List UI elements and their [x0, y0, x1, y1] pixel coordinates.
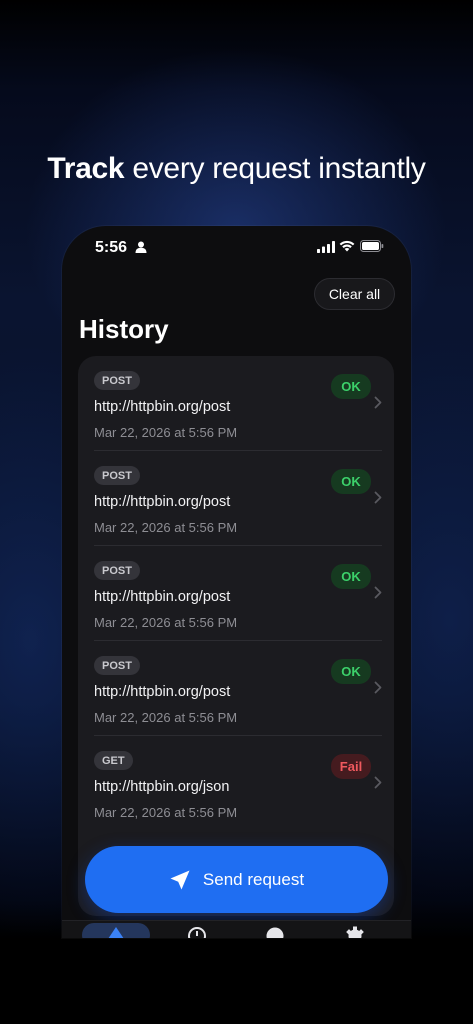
status-badge: OK	[331, 374, 371, 399]
request-url: http://httpbin.org/post	[94, 399, 231, 415]
method-badge: POST	[94, 656, 140, 675]
status-badge: OK	[331, 469, 371, 494]
method-badge: POST	[94, 561, 140, 580]
help-icon[interactable]	[264, 925, 286, 938]
phone-screen: 5:56 Clear all History POST http://httpb…	[62, 226, 411, 938]
request-url: http://httpbin.org/post	[94, 494, 231, 510]
status-badge: Fail	[331, 754, 371, 779]
status-badge: OK	[331, 659, 371, 684]
method-badge: GET	[94, 751, 133, 770]
promo-headline: Track every request instantly	[0, 152, 473, 186]
requests-icon[interactable]	[105, 925, 127, 938]
request-date: Mar 22, 2026 at 5:56 PM	[94, 710, 238, 725]
battery-icon	[360, 240, 384, 252]
tab-bar	[62, 920, 411, 938]
status-badge: OK	[331, 564, 371, 589]
status-bar: 5:56	[62, 226, 411, 270]
chevron-right-icon	[374, 776, 382, 789]
request-url: http://httpbin.org/post	[94, 684, 231, 700]
method-badge: POST	[94, 466, 140, 485]
status-time: 5:56	[95, 239, 128, 256]
chevron-right-icon	[374, 681, 382, 694]
person-icon	[135, 241, 147, 253]
request-date: Mar 22, 2026 at 5:56 PM	[94, 425, 238, 440]
send-request-button[interactable]: Send request	[85, 846, 388, 913]
history-row[interactable]: POST http://httpbin.org/post Mar 22, 202…	[78, 641, 394, 736]
headline-rest: every request instantly	[132, 152, 426, 185]
request-date: Mar 22, 2026 at 5:56 PM	[94, 615, 238, 630]
request-date: Mar 22, 2026 at 5:56 PM	[94, 520, 238, 535]
request-url: http://httpbin.org/json	[94, 779, 230, 795]
settings-gear-icon[interactable]	[344, 925, 366, 938]
history-row[interactable]: POST http://httpbin.org/post Mar 22, 202…	[78, 356, 394, 451]
request-url: http://httpbin.org/post	[94, 589, 231, 605]
history-list: POST http://httpbin.org/post Mar 22, 202…	[78, 356, 394, 916]
page-title: History	[79, 314, 169, 344]
history-row[interactable]: POST http://httpbin.org/post Mar 22, 202…	[78, 546, 394, 641]
chevron-right-icon	[374, 396, 382, 409]
history-clock-icon[interactable]	[186, 925, 208, 938]
cellular-signal-icon	[317, 241, 335, 253]
headline-strong: Track	[47, 152, 125, 185]
chevron-right-icon	[374, 586, 382, 599]
paper-plane-icon	[170, 870, 190, 889]
request-date: Mar 22, 2026 at 5:56 PM	[94, 805, 238, 820]
history-row[interactable]: POST http://httpbin.org/post Mar 22, 202…	[78, 451, 394, 546]
wifi-icon	[339, 240, 355, 252]
send-request-label: Send request	[202, 869, 305, 889]
clear-all-button[interactable]: Clear all	[314, 278, 395, 310]
history-row[interactable]: GET http://httpbin.org/json Mar 22, 2026…	[78, 736, 394, 831]
method-badge: POST	[94, 371, 140, 390]
chevron-right-icon	[374, 491, 382, 504]
